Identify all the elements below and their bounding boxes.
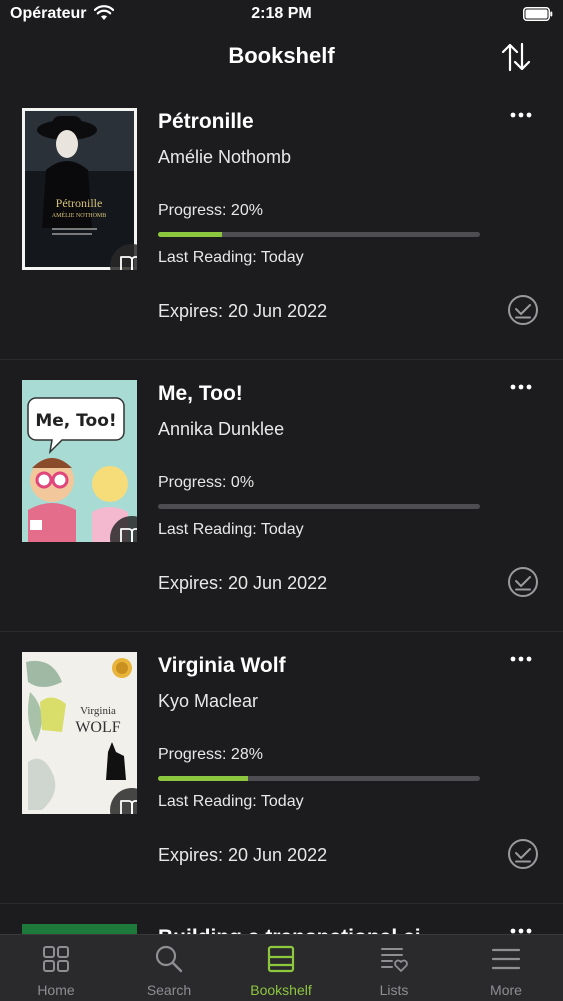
list-heart-icon [381,948,408,972]
open-book-icon [120,528,137,542]
expiry-date: Expires: 20 Jun 2022 [158,845,328,865]
more-options-icon[interactable] [509,108,533,122]
tab-label: Search [146,982,192,998]
progress-bar [158,776,480,781]
return-check-icon[interactable] [507,566,539,598]
sort-arrows-icon[interactable] [500,42,532,72]
more-options-icon[interactable] [509,380,533,394]
tab-label: Lists [379,982,409,998]
return-check-icon[interactable] [507,838,539,870]
tab-bookshelf[interactable]: Bookshelf [225,935,337,1001]
open-book-icon [120,800,137,814]
book-row[interactable]: Me, Too! Me, Too! Annika Dunklee Progres… [0,360,563,632]
book-title[interactable]: Pétronille [158,110,254,134]
open-book-icon [120,256,137,270]
tab-label: More [490,982,522,998]
battery-icon [523,7,553,21]
search-icon [155,945,183,973]
book-cover[interactable]: Virginia WOLF [22,652,137,814]
tab-label: Bookshelf [250,982,312,998]
last-reading: Last Reading: Today [158,249,304,266]
grid-icon [43,946,69,972]
progress-bar [158,232,480,237]
tab-label: Home [37,982,75,998]
cover-text-title: Pétronille [56,196,103,210]
tab-bar: Home Search Bookshelf Lists More [0,934,563,1001]
book-author: Kyo Maclear [158,691,259,711]
tab-search[interactable]: Search [113,935,225,1001]
tab-more[interactable]: More [450,935,562,1001]
menu-icon [491,948,521,970]
progress-bar [158,504,480,509]
page-title: Bookshelf [228,43,335,68]
cover-text-title: Virginia [80,705,116,717]
progress-fill [158,776,249,781]
tab-lists[interactable]: Lists [338,935,450,1001]
book-author: Amélie Nothomb [158,147,292,167]
progress-label: Progress: 28% [158,746,263,763]
clock-time: 2:18 PM [251,5,312,22]
last-reading: Last Reading: Today [158,521,304,538]
book-cover[interactable]: Me, Too! [22,380,137,542]
cover-text-author: AMÉLIE NOTHOMB [52,211,107,219]
book-title[interactable]: Virginia Wolf [158,654,286,678]
cover-art-virginia-wolf: Virginia WOLF [22,652,137,814]
expiry-date: Expires: 20 Jun 2022 [158,573,328,593]
bookshelf-icon [267,945,295,973]
progress-label: Progress: 20% [158,202,263,219]
cover-art-petronille: Pétronille AMÉLIE NOTHOMB [22,108,137,270]
return-check-icon[interactable] [507,294,539,326]
progress-fill [158,232,223,237]
book-cover[interactable]: Pétronille AMÉLIE NOTHOMB [22,108,137,270]
cover-text-subtitle: WOLF [75,719,120,736]
last-reading: Last Reading: Today [158,793,304,810]
status-bar: Opérateur 2:18 PM [0,0,563,30]
tab-home[interactable]: Home [0,935,112,1001]
book-row[interactable]: Virginia WOLF Virginia Wolf Kyo Maclear … [0,632,563,904]
cover-text-title: Me, Too! [35,411,116,431]
book-author: Annika Dunklee [158,419,285,439]
book-row[interactable]: Pétronille AMÉLIE NOTHOMB Pétronille Amé… [0,88,563,360]
cover-art-me-too: Me, Too! [22,380,137,542]
progress-label: Progress: 0% [158,474,255,491]
more-options-icon[interactable] [509,652,533,666]
expiry-date: Expires: 20 Jun 2022 [158,301,328,321]
book-title[interactable]: Me, Too! [158,382,243,406]
